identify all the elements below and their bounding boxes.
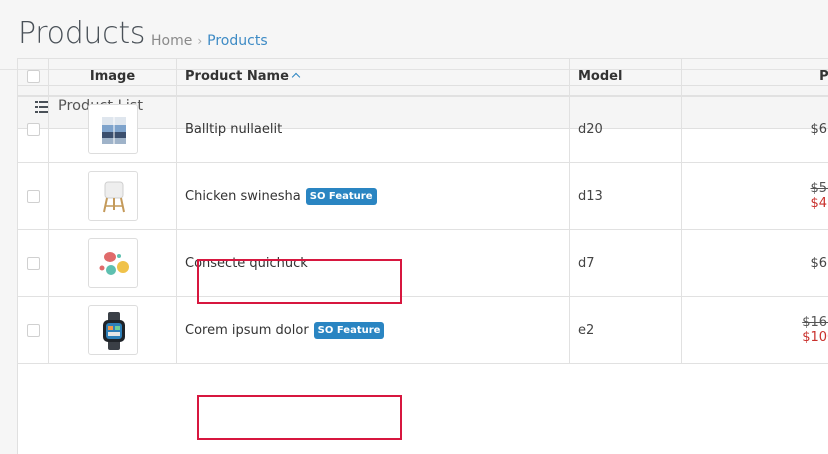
table-row: Corem ipsum dolorSO Feature e2 $165.00$1… xyxy=(17,296,828,364)
model-cell: e2 xyxy=(569,296,682,364)
breadcrumb-products[interactable]: Products xyxy=(207,33,267,49)
product-name-cell: Balltip nullaelit xyxy=(176,95,570,163)
table-row: Balltip nullaelit d20 $65.00 xyxy=(17,95,828,163)
product-name: Corem ipsum dolor xyxy=(185,322,309,338)
product-thumbnail-smartwatch[interactable] xyxy=(87,305,138,355)
image-cell xyxy=(48,229,177,297)
special-price: $100.00 xyxy=(802,330,828,345)
column-image: Image xyxy=(48,58,177,97)
image-cell xyxy=(48,296,177,364)
price-cell: $165.00$100.00 xyxy=(681,296,828,364)
product-table: Image Product Name Model Price Bal xyxy=(17,58,828,364)
row-select-cell xyxy=(17,296,49,364)
image-cell xyxy=(48,95,177,163)
old-price: $165.00 xyxy=(802,315,828,330)
breadcrumb-home[interactable]: Home xyxy=(151,33,192,49)
product-thumbnail-stool[interactable] xyxy=(87,171,138,221)
row-select-cell xyxy=(17,162,49,230)
image-cell xyxy=(48,162,177,230)
product-name: Chicken swinesha xyxy=(185,188,301,204)
feature-badge: SO Feature xyxy=(313,321,385,339)
row-checkbox[interactable] xyxy=(26,122,40,136)
breadcrumb: Home › Products xyxy=(151,33,268,49)
row-select-cell xyxy=(17,95,49,163)
select-all-cell xyxy=(17,58,49,97)
price-cell: $56.00$45.00 xyxy=(681,162,828,230)
model-cell: d7 xyxy=(569,229,682,297)
special-price: $45.00 xyxy=(810,196,828,211)
page-title: Products xyxy=(18,16,146,51)
select-all-checkbox[interactable] xyxy=(26,70,40,84)
price-cell: $61.00 xyxy=(681,229,828,297)
highlight-box-corem-ipsum xyxy=(197,395,402,440)
row-checkbox[interactable] xyxy=(26,256,40,270)
table-header-row: Image Product Name Model Price xyxy=(17,58,828,97)
price-cell: $65.00 xyxy=(681,95,828,163)
old-price: $56.00 xyxy=(810,181,828,196)
column-product-name-label[interactable]: Product Name xyxy=(185,69,289,84)
column-model[interactable]: Model xyxy=(569,58,682,97)
feature-badge: SO Feature xyxy=(305,187,377,205)
product-thumbnail-toys[interactable] xyxy=(87,238,138,288)
table-row: Consecte quichuck d7 $61.00 xyxy=(17,229,828,297)
breadcrumb-separator: › xyxy=(197,34,203,48)
sort-asc-icon xyxy=(291,73,301,82)
product-thumbnail-socks[interactable] xyxy=(87,104,138,155)
product-name-cell: Chicken swinesha SO Feature xyxy=(176,162,570,230)
product-name-cell: Corem ipsum dolor SO Feature xyxy=(176,296,570,364)
product-name: Balltip nullaelit xyxy=(185,121,283,137)
highlight-box-chicken-swinesha xyxy=(197,259,402,304)
table-row: Chicken swineshaSO Feature d13 $56.00$45… xyxy=(17,162,828,230)
row-checkbox[interactable] xyxy=(26,189,40,203)
model-cell: d20 xyxy=(569,95,682,163)
row-checkbox[interactable] xyxy=(26,323,40,337)
column-product-name[interactable]: Product Name xyxy=(176,58,570,97)
model-cell: d13 xyxy=(569,162,682,230)
row-select-cell xyxy=(17,229,49,297)
column-price[interactable]: Price xyxy=(681,58,828,97)
